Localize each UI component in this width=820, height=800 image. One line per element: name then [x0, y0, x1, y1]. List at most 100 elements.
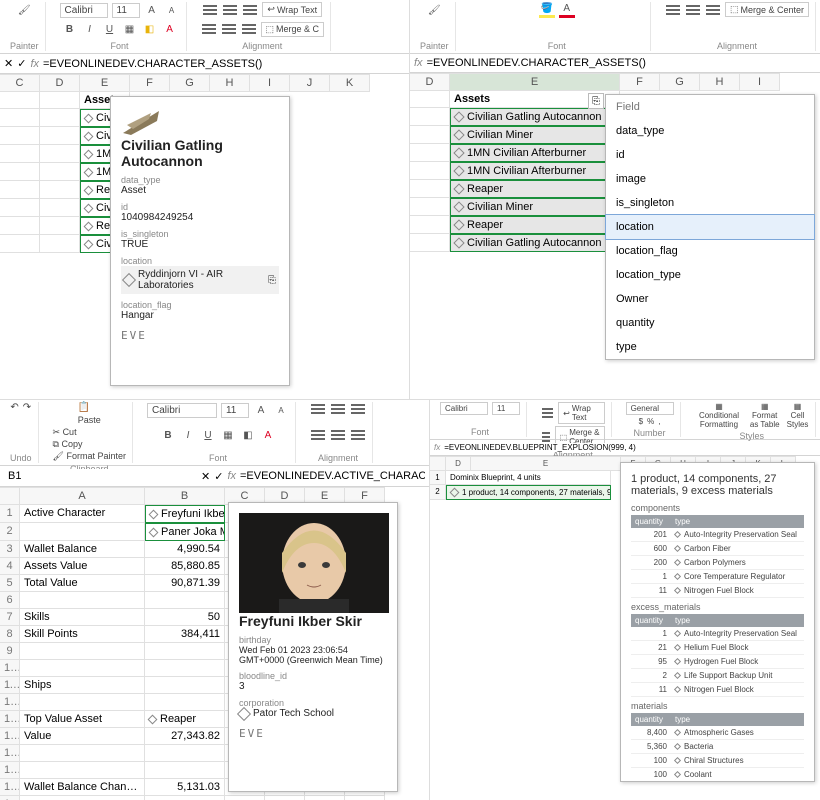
- col-header[interactable]: E: [450, 73, 620, 91]
- col-header[interactable]: C: [0, 74, 40, 92]
- selected-cell[interactable]: 1 product, 14 components, 27 materials, …: [446, 485, 611, 500]
- align-icon[interactable]: [330, 402, 346, 416]
- fx-icon[interactable]: fx: [434, 443, 440, 452]
- formula-input[interactable]: [43, 58, 405, 70]
- border-icon[interactable]: ▦: [220, 428, 236, 444]
- comma-icon[interactable]: ,: [658, 417, 660, 426]
- paste-button[interactable]: Paste: [78, 415, 101, 425]
- card-extract-icon[interactable]: ⎘: [588, 93, 604, 109]
- cell[interactable]: [20, 643, 145, 660]
- formula-input[interactable]: [240, 470, 425, 482]
- font-color-icon[interactable]: A: [162, 22, 178, 38]
- cell[interactable]: 85,880.85: [145, 558, 225, 575]
- fill-color-icon[interactable]: ◧: [240, 428, 256, 444]
- cell[interactable]: [145, 745, 225, 762]
- asset-cell[interactable]: Reaper: [450, 180, 620, 198]
- format-painter-icon[interactable]: 🖌: [426, 2, 442, 18]
- col-header[interactable]: G: [660, 73, 700, 91]
- fill-color-icon[interactable]: ◧: [142, 22, 158, 38]
- cell[interactable]: Freyfuni Ikber Sk: [145, 505, 225, 523]
- field-option-location_flag[interactable]: location_flag: [606, 239, 814, 263]
- undo-icon[interactable]: ↶: [10, 402, 18, 413]
- align-center-icon[interactable]: [221, 22, 237, 36]
- asset-cell[interactable]: Civilian Gatling Autocannon: [450, 108, 620, 126]
- underline-button[interactable]: U: [200, 428, 216, 444]
- corporation-link[interactable]: Pator Tech School: [239, 708, 387, 719]
- col-header[interactable]: E: [471, 456, 621, 471]
- col-header[interactable]: B: [145, 487, 225, 505]
- formula-input[interactable]: [444, 443, 816, 452]
- format-painter-button[interactable]: 🖌 Format Painter: [53, 451, 126, 462]
- format-as-table-button[interactable]: ▦Format as Table: [747, 402, 782, 429]
- col-header[interactable]: [0, 487, 20, 505]
- cell[interactable]: Reaper: [145, 711, 225, 728]
- align-top-icon[interactable]: [202, 3, 218, 17]
- field-option-Owner[interactable]: Owner: [606, 287, 814, 311]
- col-header[interactable]: D: [446, 456, 471, 471]
- copy-button[interactable]: ⧉ Copy: [53, 439, 83, 450]
- align-icon[interactable]: [541, 406, 554, 420]
- cell[interactable]: [20, 762, 145, 779]
- asset-cell[interactable]: 1MN Civilian Afterburner: [450, 162, 620, 180]
- wrap-text-button[interactable]: ↩ Wrap Text: [558, 402, 604, 424]
- align-icon[interactable]: [685, 3, 701, 17]
- bold-button[interactable]: B: [160, 428, 176, 444]
- cell[interactable]: Wallet Balance: [20, 541, 145, 558]
- fill-color-icon[interactable]: 🪣: [539, 2, 555, 18]
- align-bottom-icon[interactable]: [242, 3, 258, 17]
- cell[interactable]: [20, 523, 145, 541]
- field-option-is_singleton[interactable]: is_singleton: [606, 191, 814, 215]
- cell[interactable]: [145, 677, 225, 694]
- cell[interactable]: [145, 796, 225, 800]
- extract-icon[interactable]: ⎘: [268, 275, 276, 286]
- accept-icon[interactable]: ✓: [214, 470, 223, 483]
- asset-cell[interactable]: Reaper: [450, 216, 620, 234]
- field-option-image[interactable]: image: [606, 167, 814, 191]
- cell[interactable]: [145, 660, 225, 677]
- cell[interactable]: [145, 694, 225, 711]
- col-header[interactable]: K: [330, 74, 370, 92]
- decrease-font-icon[interactable]: A: [164, 2, 180, 18]
- cell[interactable]: [145, 762, 225, 779]
- cut-button[interactable]: ✂ Cut: [53, 427, 77, 438]
- bold-button[interactable]: B: [62, 22, 78, 38]
- asset-cell[interactable]: 1MN Civilian Afterburner: [450, 144, 620, 162]
- align-icon[interactable]: [350, 402, 366, 416]
- cell[interactable]: Skill Points: [20, 626, 145, 643]
- format-painter-icon[interactable]: 🖌: [16, 2, 32, 18]
- align-icon[interactable]: [350, 428, 366, 442]
- col-header[interactable]: G: [170, 74, 210, 92]
- field-option-type[interactable]: type: [606, 335, 814, 359]
- cell[interactable]: [20, 592, 145, 609]
- font-size-select[interactable]: 11: [492, 402, 520, 415]
- fx-icon[interactable]: fx: [227, 470, 236, 482]
- col-header[interactable]: A: [20, 487, 145, 505]
- cell[interactable]: Assets Value: [20, 558, 145, 575]
- percent-icon[interactable]: %: [647, 417, 654, 426]
- name-box[interactable]: [4, 469, 197, 483]
- cell-styles-button[interactable]: ▦Cell Styles: [786, 402, 809, 429]
- field-option-data_type[interactable]: data_type: [606, 119, 814, 143]
- cell[interactable]: Value: [20, 728, 145, 745]
- col-header[interactable]: E: [80, 74, 130, 92]
- field-option-id[interactable]: id: [606, 143, 814, 167]
- conditional-formatting-button[interactable]: ▦Conditional Formatting: [695, 402, 744, 429]
- increase-font-icon[interactable]: A: [253, 402, 269, 418]
- col-header[interactable]: D: [40, 74, 80, 92]
- field-option-location[interactable]: location: [605, 214, 815, 240]
- cell[interactable]: [20, 660, 145, 677]
- align-middle-icon[interactable]: [222, 3, 238, 17]
- italic-button[interactable]: I: [82, 22, 98, 38]
- align-left-icon[interactable]: [201, 22, 217, 36]
- col-header[interactable]: D: [410, 73, 450, 91]
- asset-cell[interactable]: Civilian Gatling Autocannon: [450, 234, 620, 252]
- asset-cell[interactable]: Civilian Miner: [450, 126, 620, 144]
- cell[interactable]: 27,343.82: [145, 728, 225, 745]
- cell[interactable]: 5,131.03: [145, 779, 225, 796]
- col-header[interactable]: I: [740, 73, 780, 91]
- font-color-icon[interactable]: A: [260, 428, 276, 444]
- cell[interactable]: [145, 592, 225, 609]
- cell[interactable]: 384,411: [145, 626, 225, 643]
- location-link[interactable]: Ryddinjorn VI - AIR Laboratories⎘: [121, 266, 279, 294]
- font-color-icon[interactable]: A: [559, 2, 575, 18]
